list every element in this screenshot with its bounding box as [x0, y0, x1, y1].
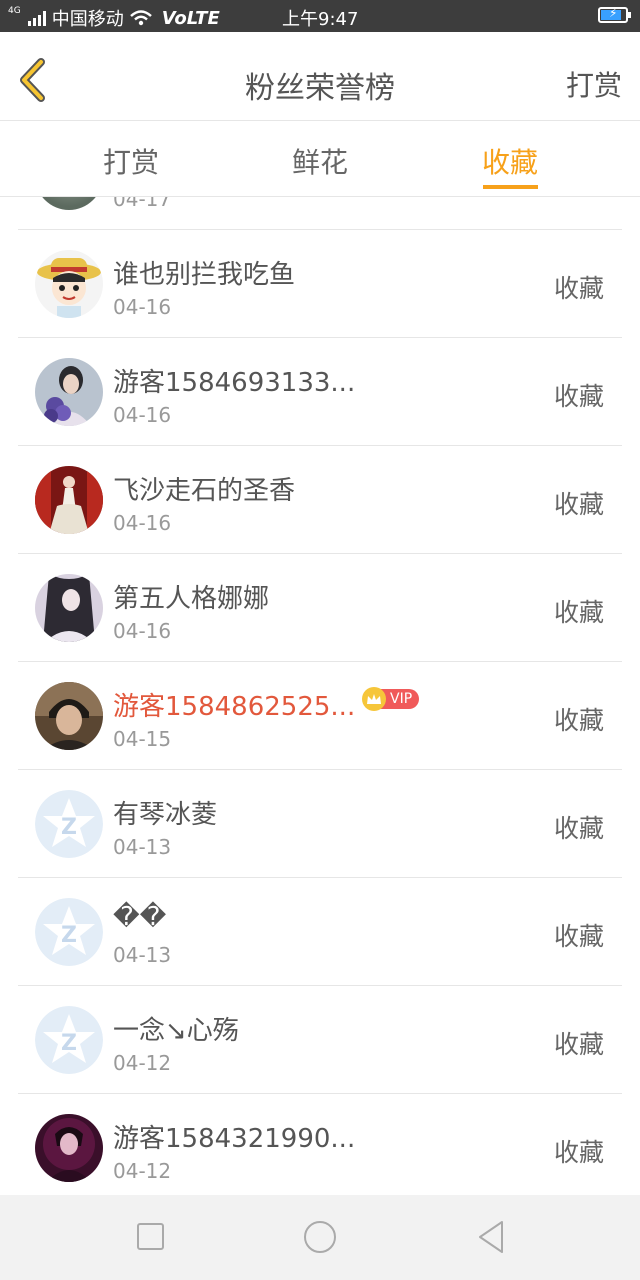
favorite-label: 收藏	[553, 1138, 604, 1167]
header: 粉丝荣誉榜 打赏	[0, 32, 640, 121]
item-name: 游客1584862525...	[113, 692, 356, 722]
list-item[interactable]: Z 一念↘心殇 04-12 收藏	[18, 986, 622, 1094]
item-date: 04-13	[113, 835, 172, 859]
back-nav-button[interactable]	[472, 1217, 510, 1261]
avatar	[35, 574, 103, 642]
crown-icon	[362, 687, 386, 711]
item-name: 游客1584321990...	[113, 1124, 356, 1154]
item-name: 第五人格娜娜	[113, 584, 270, 614]
item-date: 04-15	[113, 727, 172, 751]
default-star-avatar: Z	[35, 898, 103, 966]
avatar	[35, 682, 103, 750]
tab-flowers[interactable]: 鲜花	[292, 141, 348, 181]
tab-reward[interactable]: 打赏	[103, 141, 159, 181]
page-title: 粉丝荣誉榜	[245, 71, 395, 106]
default-star-avatar: Z	[35, 790, 103, 858]
list-item[interactable]: 第五人格娜娜 04-16 收藏	[18, 554, 622, 662]
status-left: 4G 中国移动 VoLTE	[8, 5, 220, 31]
item-name: ��	[113, 902, 167, 932]
item-date: 04-16	[113, 295, 172, 319]
square-icon	[137, 1223, 164, 1250]
list-item[interactable]: 飞沙走石的圣香 04-16 收藏	[18, 446, 622, 554]
tab-favorites[interactable]: 收藏	[482, 141, 538, 181]
item-name: 有琴冰菱	[113, 800, 218, 830]
item-date: 04-16	[113, 403, 172, 427]
triangle-back-icon	[479, 1221, 503, 1253]
svg-text:Z: Z	[61, 815, 77, 840]
favorite-label: 收藏	[553, 598, 604, 627]
item-name: 谁也别拦我吃鱼	[113, 260, 296, 290]
volte-label: VoLTE	[161, 7, 220, 29]
default-star-avatar: Z	[35, 1006, 103, 1074]
favorite-label: 收藏	[553, 1030, 604, 1059]
network-type: 4G	[8, 6, 21, 16]
system-nav-bar	[0, 1195, 640, 1280]
favorite-label: 收藏	[553, 814, 604, 843]
recent-apps-button[interactable]	[132, 1217, 170, 1261]
circle-icon	[304, 1221, 336, 1253]
favorite-label: 收藏	[553, 490, 604, 519]
carrier-label: 中国移动	[51, 9, 124, 30]
item-date: 04-17	[113, 197, 172, 211]
item-date: 04-12	[113, 1159, 172, 1183]
item-date: 04-13	[113, 943, 172, 967]
wifi-icon	[129, 10, 152, 26]
list-item[interactable]: Z �� 04-13 收藏	[18, 878, 622, 986]
svg-text:Z: Z	[61, 923, 77, 948]
avatar	[35, 197, 103, 210]
home-button[interactable]	[301, 1217, 339, 1261]
list-item[interactable]: 游客1584862525... VIP 04-15 收藏	[18, 662, 622, 770]
list-item[interactable]: 游客1584693133... 04-16 收藏	[18, 338, 622, 446]
clock: 上午9:47	[282, 9, 359, 30]
tab-bar: 打赏 鲜花 收藏	[0, 121, 640, 197]
avatar	[35, 466, 103, 534]
favorite-label: 收藏	[553, 922, 604, 951]
list-item[interactable]: 04-17	[18, 197, 622, 230]
list-item[interactable]: 游客1584321990... 04-12 收藏	[18, 1094, 622, 1195]
reward-button[interactable]: 打赏	[566, 64, 622, 104]
avatar	[35, 1114, 103, 1182]
item-date: 04-16	[113, 619, 172, 643]
list-item[interactable]: Z 有琴冰菱 04-13 收藏	[18, 770, 622, 878]
svg-text:Z: Z	[61, 1031, 77, 1056]
vip-badge: VIP	[362, 687, 420, 711]
signal-icon	[27, 10, 46, 26]
item-name: 一念↘心殇	[113, 1016, 239, 1046]
favorite-label: 收藏	[553, 274, 604, 303]
list-item[interactable]: 谁也别拦我吃鱼 04-16 收藏	[18, 230, 622, 338]
tab-indicator	[483, 185, 538, 189]
fan-list: 04-17 谁也别拦我吃鱼 04-16 收藏 游客1584693133... 0…	[0, 197, 640, 1195]
status-bar: 4G 中国移动 VoLTE 上午9:47 ⚡	[0, 0, 640, 32]
avatar	[35, 250, 103, 318]
avatar	[35, 358, 103, 426]
battery-icon: ⚡	[598, 6, 631, 23]
favorite-label: 收藏	[553, 382, 604, 411]
item-name: 游客1584693133...	[113, 368, 356, 398]
item-name: 飞沙走石的圣香	[113, 476, 296, 506]
favorite-label: 收藏	[553, 706, 604, 735]
item-date: 04-16	[113, 511, 172, 535]
item-date: 04-12	[113, 1051, 172, 1075]
